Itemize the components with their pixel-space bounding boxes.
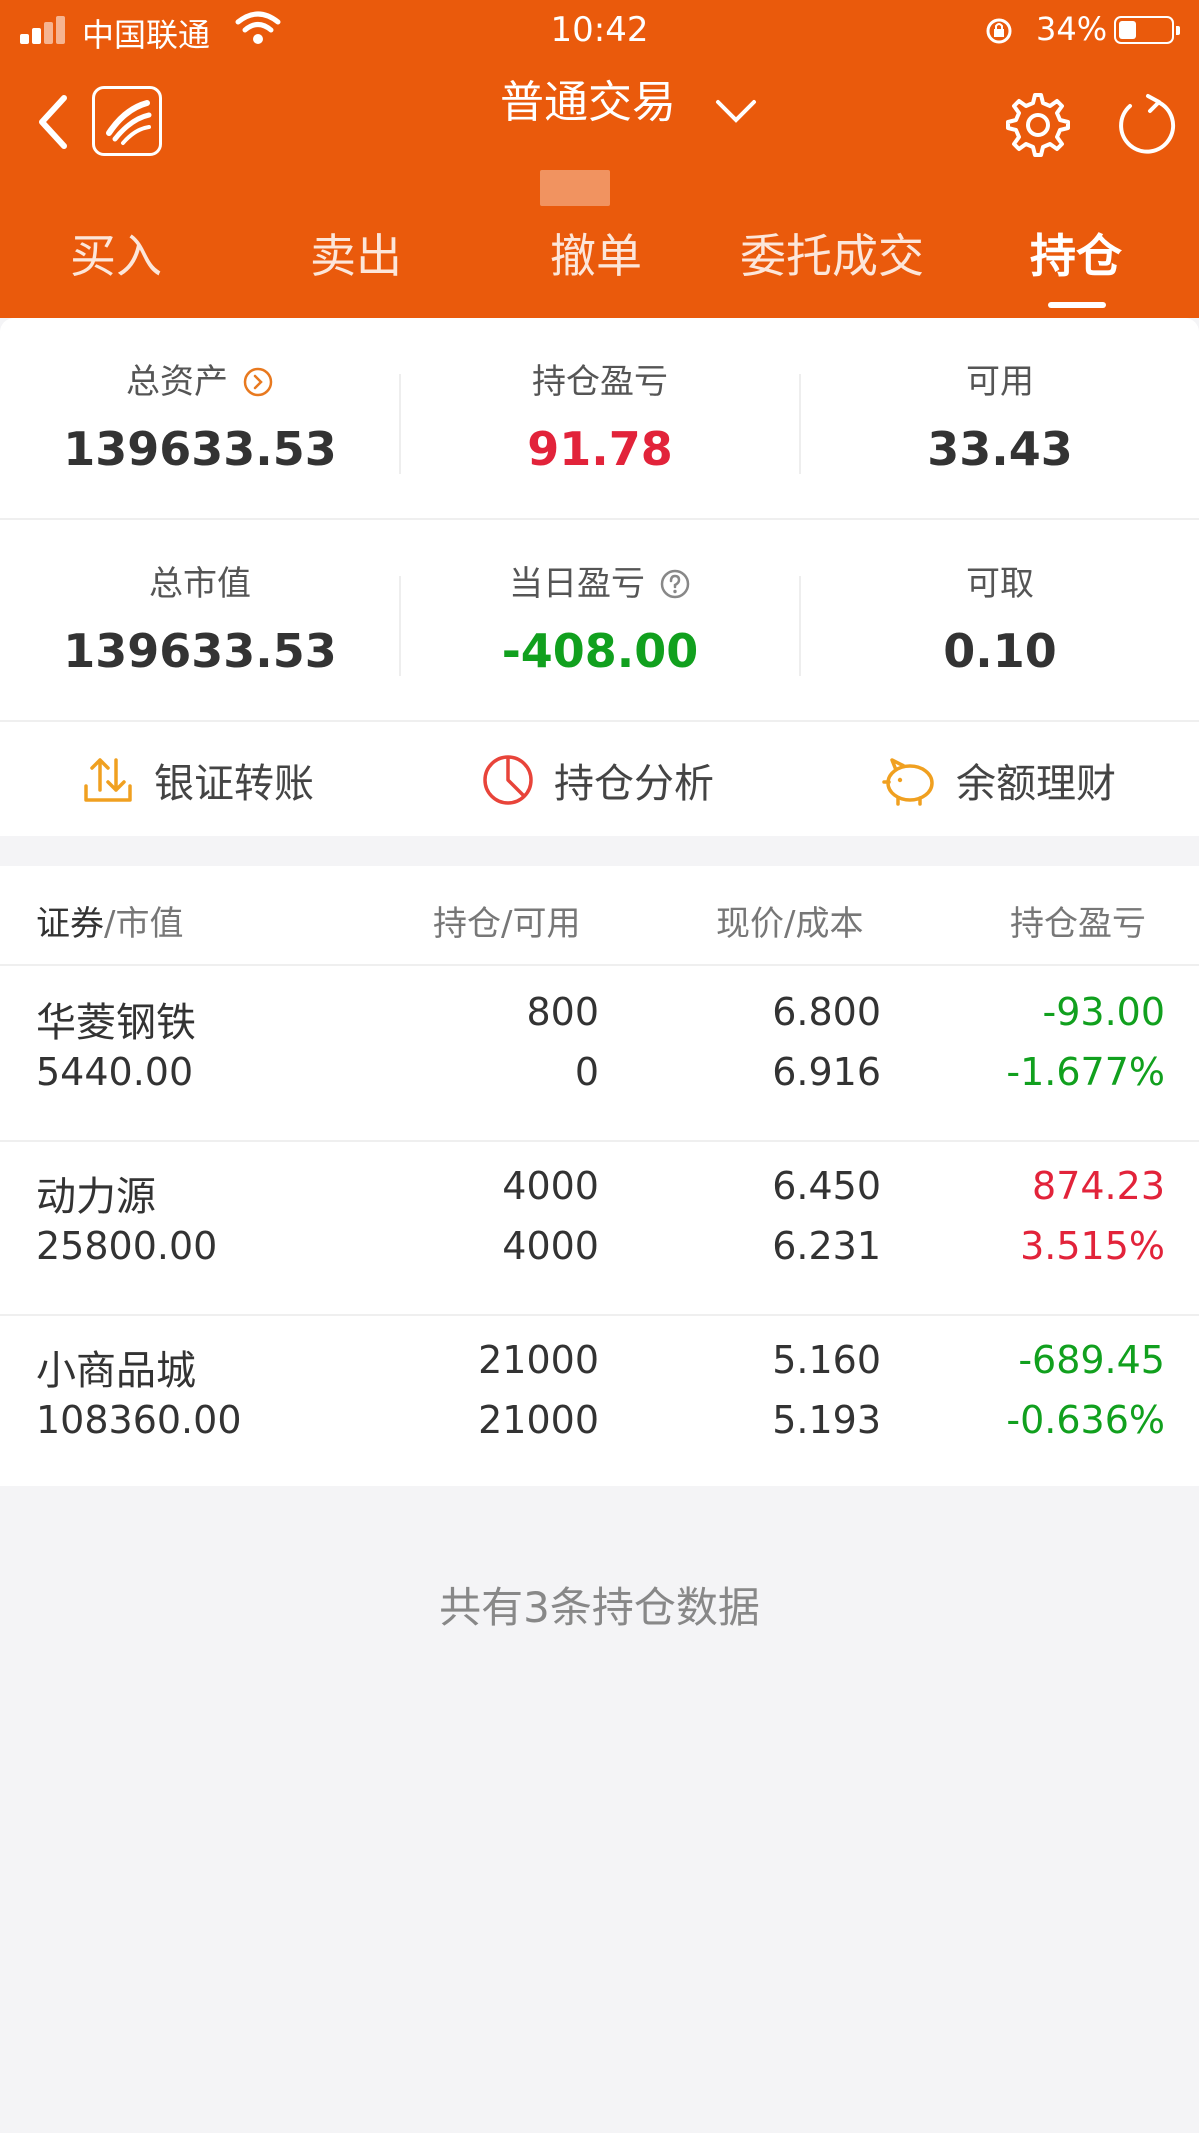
summary-position-pnl: 持仓盈亏 91.78	[400, 360, 800, 476]
current-price: 5.160	[772, 1338, 881, 1382]
status-bar: 中国联通 10:42 34%	[0, 0, 1199, 60]
scroll-fade	[1139, 866, 1199, 966]
divider	[399, 576, 401, 676]
account-mask	[540, 170, 610, 206]
market-value: 108360.00	[36, 1398, 242, 1442]
available-label: 可用	[966, 362, 1034, 402]
tab-positions[interactable]: 持仓	[1030, 220, 1122, 286]
market-value: 25800.00	[36, 1224, 218, 1268]
market-value: 5440.00	[36, 1050, 194, 1094]
tab-sell[interactable]: 卖出	[310, 220, 402, 286]
summary-market-value: 总市值 139633.53	[0, 562, 400, 678]
chevron-down-icon[interactable]	[712, 96, 760, 126]
battery-icon	[1114, 16, 1180, 44]
total-assets-label: 总资产	[126, 362, 228, 402]
orientation-lock-icon	[986, 18, 1012, 44]
pnl-amount: -93.00	[1042, 990, 1166, 1034]
summary-total-assets[interactable]: 总资产 139633.53	[0, 360, 400, 476]
tab-cancel-order[interactable]: 撤单	[550, 220, 642, 286]
daily-pnl-label: 当日盈亏	[509, 564, 645, 604]
tab-buy[interactable]: 买入	[70, 220, 162, 286]
table-row[interactable]: 华菱钢铁 5440.00 800 0 6.800 6.916 -93.00 -1…	[0, 966, 1199, 1140]
divider	[799, 576, 801, 676]
pnl-percent: -1.677%	[1006, 1050, 1165, 1094]
current-price: 6.800	[772, 990, 881, 1034]
market-value-label: 总市值	[149, 564, 251, 604]
current-price: 6.450	[772, 1164, 881, 1208]
balance-wealth-label: 余额理财	[956, 761, 1116, 807]
market-value-value: 139633.53	[63, 624, 337, 678]
withdrawable-label: 可取	[966, 564, 1034, 604]
refresh-icon[interactable]	[1112, 90, 1182, 160]
column-header-position[interactable]: 持仓/可用	[433, 896, 580, 945]
table-row[interactable]: 小商品城 108360.00 21000 21000 5.160 5.193 -…	[0, 1316, 1199, 1490]
security-name: 动力源	[36, 1174, 156, 1220]
available-qty: 21000	[478, 1398, 599, 1442]
divider	[0, 720, 1199, 722]
piggy-bank-icon	[882, 758, 934, 806]
divider	[399, 374, 401, 474]
cost-price: 6.916	[772, 1050, 881, 1094]
position-analysis-button[interactable]: 持仓分析	[480, 748, 714, 812]
security-name: 华菱钢铁	[36, 1000, 196, 1046]
clock: 10:42	[550, 10, 649, 50]
available-qty: 4000	[502, 1224, 599, 1268]
divider	[799, 374, 801, 474]
column-header-price[interactable]: 现价/成本	[716, 896, 863, 945]
position-qty: 4000	[502, 1164, 599, 1208]
position-qty: 21000	[478, 1338, 599, 1382]
security-name: 小商品城	[36, 1348, 196, 1394]
page-title[interactable]: 普通交易	[500, 66, 676, 130]
daily-pnl-value: -408.00	[501, 624, 699, 678]
position-qty: 800	[526, 990, 599, 1034]
balance-wealth-button[interactable]: 余额理财	[880, 748, 1116, 812]
cost-price: 6.231	[772, 1224, 881, 1268]
active-tab-indicator	[1048, 302, 1106, 308]
pie-chart-icon	[483, 755, 533, 805]
transfer-icon	[84, 758, 132, 802]
bank-transfer-label: 银证转账	[154, 761, 314, 807]
summary-daily-pnl: 当日盈亏 -408.00	[400, 562, 800, 678]
pnl-percent: -0.636%	[1006, 1398, 1165, 1442]
pnl-amount: -689.45	[1018, 1338, 1165, 1382]
position-pnl-label: 持仓盈亏	[532, 362, 668, 402]
pnl-amount: 874.23	[1032, 1164, 1165, 1208]
position-analysis-label: 持仓分析	[554, 761, 714, 807]
pnl-percent: 3.515%	[1020, 1224, 1165, 1268]
column-header-security[interactable]: 证券/市值	[36, 896, 183, 945]
summary-available: 可用 33.43	[800, 360, 1199, 476]
available-qty: 0	[574, 1050, 599, 1094]
bank-transfer-button[interactable]: 银证转账	[80, 748, 314, 812]
withdrawable-value: 0.10	[943, 624, 1057, 678]
available-value: 33.43	[927, 422, 1073, 476]
table-row[interactable]: 动力源 25800.00 4000 4000 6.450 6.231 874.2…	[0, 1142, 1199, 1316]
tab-orders-trades[interactable]: 委托成交	[740, 220, 924, 286]
total-assets-value: 139633.53	[63, 422, 337, 476]
summary-withdrawable: 可取 0.10	[800, 562, 1199, 678]
divider	[0, 518, 1199, 520]
position-pnl-value: 91.78	[527, 422, 673, 476]
back-arrow-icon[interactable]	[34, 92, 74, 152]
cost-price: 5.193	[772, 1398, 881, 1442]
app-logo-icon	[92, 86, 162, 156]
help-icon[interactable]	[659, 568, 691, 600]
app-header: 中国联通 10:42 34% 普通交易 买入 卖出 撤单 委托成交 持仓	[0, 0, 1199, 318]
gear-icon[interactable]	[1003, 90, 1073, 160]
battery-percent: 34%	[1036, 10, 1108, 48]
holdings-table: 证券/市值 持仓/可用 现价/成本 持仓盈亏 华菱钢铁 5440.00 800 …	[0, 866, 1199, 1486]
chevron-right-circle-icon[interactable]	[242, 366, 274, 398]
holdings-count-note: 共有3条持仓数据	[439, 1583, 760, 1632]
